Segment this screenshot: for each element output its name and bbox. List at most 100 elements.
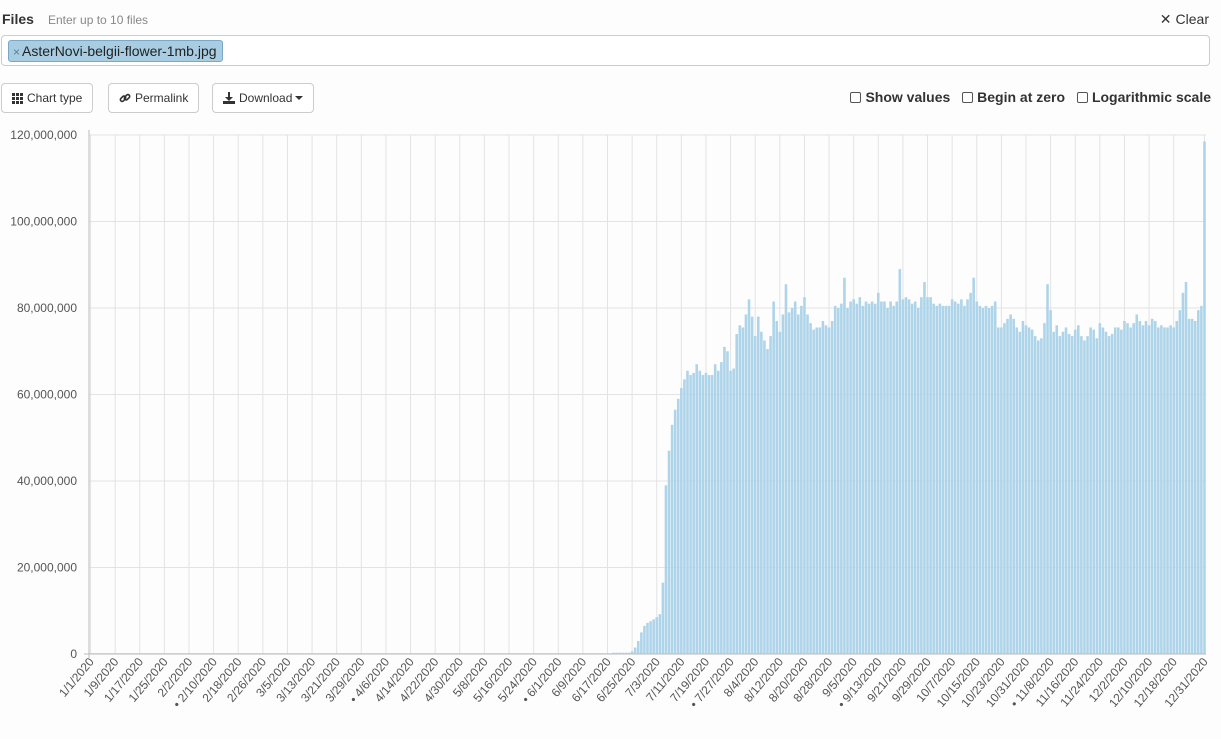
bar — [744, 314, 748, 654]
bar — [901, 299, 905, 654]
bar — [892, 305, 895, 654]
bar — [957, 303, 960, 654]
bar — [861, 305, 865, 654]
bar — [984, 305, 988, 654]
bar — [1058, 336, 1062, 654]
link-icon — [119, 93, 131, 103]
bar — [849, 301, 852, 654]
bar — [1123, 320, 1126, 654]
bar — [1160, 325, 1163, 654]
begin-at-zero-toggle[interactable]: Begin at zero — [962, 89, 1065, 105]
bar — [1169, 325, 1172, 654]
bar — [889, 301, 892, 654]
bar — [1190, 318, 1194, 654]
permalink-button[interactable]: Permalink — [108, 83, 200, 113]
download-icon — [223, 92, 235, 104]
bar — [803, 297, 806, 654]
bar — [1117, 327, 1120, 654]
bar — [1043, 323, 1046, 654]
bar — [1055, 325, 1059, 654]
bar — [864, 301, 868, 654]
bar — [726, 351, 729, 654]
bar — [735, 333, 739, 654]
bar — [858, 297, 862, 654]
bar — [1110, 333, 1114, 654]
bar — [1120, 329, 1123, 654]
log-scale-toggle[interactable]: Logarithmic scale — [1076, 89, 1211, 105]
bar — [1000, 327, 1003, 654]
bar — [843, 277, 846, 654]
bar-chart: 0 20,000,000 40,000,000 60,000,000 80,000,00… — [10, 128, 1211, 711]
bar — [926, 297, 929, 654]
bar — [766, 349, 769, 654]
bar — [1080, 336, 1083, 654]
show-values-checkbox[interactable] — [850, 92, 862, 103]
bar — [1003, 323, 1006, 654]
bar — [870, 301, 874, 654]
bar — [947, 305, 951, 654]
log-scale-checkbox[interactable] — [1076, 92, 1088, 103]
bar — [1200, 305, 1203, 654]
bar — [1153, 320, 1157, 654]
bar — [1070, 336, 1074, 654]
bar — [898, 269, 902, 654]
bar — [833, 305, 837, 654]
bar — [1172, 327, 1175, 654]
bar — [809, 323, 812, 654]
bar — [1012, 318, 1015, 654]
bar — [1166, 327, 1169, 654]
bar — [1049, 310, 1052, 654]
bar — [750, 316, 754, 654]
remove-chip-icon[interactable]: × — [13, 45, 20, 59]
show-values-toggle[interactable]: Show values — [850, 89, 950, 105]
log-scale-label: Logarithmic scale — [1091, 89, 1211, 105]
bar — [1203, 141, 1206, 655]
bar — [1030, 329, 1034, 654]
chevron-down-icon — [295, 96, 304, 100]
bar — [633, 647, 637, 654]
bar — [950, 299, 954, 654]
bar — [1086, 336, 1089, 654]
bar — [1046, 284, 1049, 654]
file-input[interactable]: × AsterNovi-belgii-flower-1mb.jpg — [1, 35, 1210, 66]
chart-options: Show values Begin at zero Logarithmic sc… — [842, 89, 1211, 105]
bar — [978, 305, 982, 654]
bar — [753, 336, 757, 654]
bar — [720, 362, 723, 654]
bar — [969, 292, 972, 654]
bar — [846, 308, 849, 654]
bar — [1157, 327, 1160, 654]
begin-at-zero-checkbox[interactable] — [962, 92, 974, 103]
bar — [1006, 318, 1009, 654]
bar — [713, 364, 717, 654]
bar — [886, 308, 889, 654]
bar — [1083, 340, 1086, 654]
bar — [652, 619, 655, 654]
files-header: Files Enter up to 10 files ✕ Clear — [2, 10, 1209, 30]
bar — [1150, 318, 1154, 654]
bar — [1067, 333, 1071, 654]
bar — [876, 292, 880, 654]
bar — [1175, 320, 1179, 654]
bar — [1018, 331, 1022, 654]
y-tick-label: 60,000,000 — [17, 388, 77, 402]
bar — [1113, 327, 1117, 654]
chart-type-button[interactable]: Chart type — [1, 83, 94, 113]
download-button[interactable]: Download — [212, 83, 315, 113]
bar — [1021, 320, 1025, 654]
bar — [1064, 327, 1068, 654]
bar — [880, 301, 883, 654]
bar — [738, 325, 742, 654]
bar — [824, 325, 828, 654]
bar — [1129, 327, 1132, 654]
bar — [661, 582, 665, 654]
bar — [723, 346, 726, 654]
bar — [932, 303, 935, 654]
bar — [793, 301, 797, 654]
bar — [953, 301, 957, 654]
bar — [941, 305, 945, 654]
bar — [1015, 327, 1019, 654]
bar — [867, 303, 871, 654]
bar — [830, 320, 834, 654]
clear-button[interactable]: ✕ Clear — [1160, 11, 1209, 28]
